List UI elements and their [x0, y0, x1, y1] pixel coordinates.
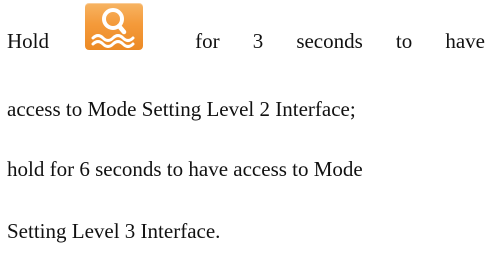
word-hold: Hold [7, 29, 49, 53]
word-seconds: seconds [296, 29, 363, 53]
instruction-line-4: Setting Level 3 Interface. [7, 219, 221, 243]
instruction-line-1: Hold for 3 seconds to have [7, 29, 485, 53]
instruction-line-3: hold for 6 seconds to have access to Mod… [7, 157, 363, 181]
word-3: 3 [252, 29, 264, 53]
word-have: have [445, 29, 485, 53]
word-for: for [195, 29, 220, 53]
word-to: to [395, 29, 413, 53]
instruction-line-2: access to Mode Setting Level 2 Interface… [7, 97, 356, 121]
